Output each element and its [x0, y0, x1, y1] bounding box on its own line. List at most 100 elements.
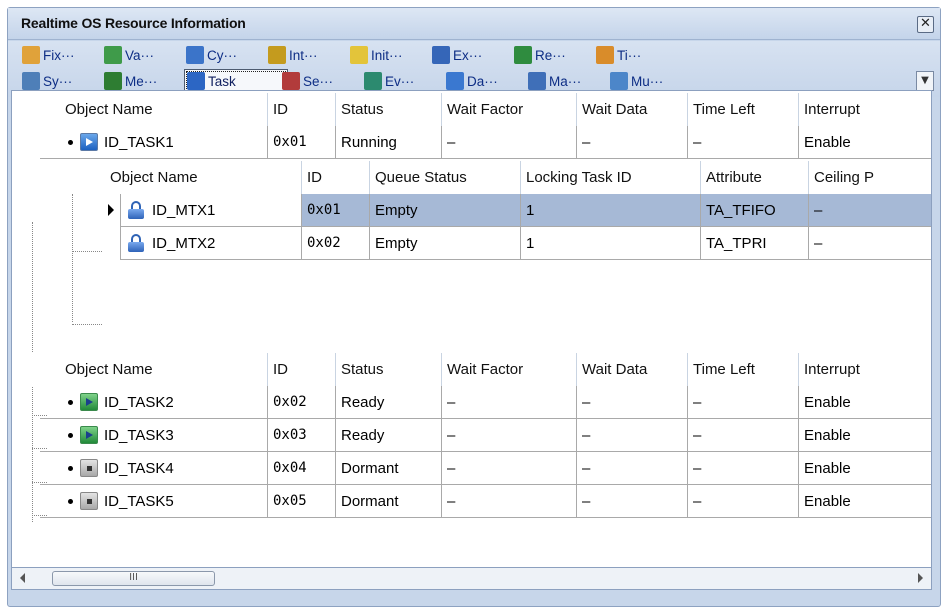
- task-interrupt-cell: Enable: [799, 452, 931, 485]
- task-column-header[interactable]: Wait Data: [577, 353, 688, 386]
- task-dormant-icon: [80, 492, 98, 510]
- mutex-icon: [610, 72, 628, 90]
- interrupt-handler-icon: [268, 46, 286, 64]
- task-wait-data-cell: –: [577, 126, 688, 159]
- toolbar-button-label: Da···: [467, 73, 498, 89]
- task-status-cell: Dormant: [336, 452, 442, 485]
- toolbar-button-label: Fix···: [43, 47, 75, 63]
- toolbar-button-ready-queue[interactable]: Re···: [512, 43, 594, 67]
- toolbar-button-label: Init···: [371, 47, 403, 63]
- table-row[interactable]: ID_TASK5 0x05 Dormant – – – Enable: [12, 485, 931, 518]
- row-bullet-icon: [68, 399, 73, 405]
- task-column-header[interactable]: Wait Data: [577, 93, 688, 126]
- mutex-name-cell: ID_MTX2: [120, 227, 302, 260]
- task-wait-factor-cell: –: [442, 485, 577, 518]
- task-column-header[interactable]: Time Left: [688, 353, 799, 386]
- mutex-column-header[interactable]: Ceiling P: [809, 161, 931, 194]
- task-column-header[interactable]: Status: [336, 93, 442, 126]
- task-column-header[interactable]: ID: [268, 93, 336, 126]
- toolbar-button-label: Task: [208, 73, 236, 89]
- task-interrupt-cell: Enable: [799, 419, 931, 452]
- task-interrupt-cell: Enable: [799, 386, 931, 419]
- semaphore-icon: [282, 72, 300, 90]
- task-running-icon: [80, 133, 98, 151]
- task-column-header[interactable]: Interrupt: [799, 353, 931, 386]
- mutex-column-header[interactable]: Queue Status: [370, 161, 521, 194]
- task-id-cell: 0x05: [268, 485, 336, 518]
- ready-queue-icon: [514, 46, 532, 64]
- toolbar-button-label: Ex···: [453, 47, 483, 63]
- table-row[interactable]: ID_MTX1 0x01 Empty 1 TA_TFIFO –: [12, 194, 931, 227]
- mailbox-icon: [528, 72, 546, 90]
- task-wait-data-cell: –: [577, 386, 688, 419]
- table-row[interactable]: ID_TASK4 0x04 Dormant – – – Enable: [12, 452, 931, 485]
- toolbar-button-variable-memory[interactable]: Va···: [102, 43, 184, 67]
- title-bar: Realtime OS Resource Information ✕: [8, 8, 940, 40]
- toolbar-button-exception[interactable]: Ex···: [430, 43, 512, 67]
- task-ready-icon: [80, 393, 98, 411]
- table-row[interactable]: ID_TASK2 0x02 Ready – – – Enable: [12, 386, 931, 419]
- task-column-header[interactable]: Wait Factor: [442, 93, 577, 126]
- mutex-column-header[interactable]: Attribute: [701, 161, 809, 194]
- toolbar-button-fixed-memory[interactable]: Fix···: [20, 43, 102, 67]
- close-button[interactable]: ✕: [917, 16, 934, 33]
- toolbar-button-interrupt-handler[interactable]: Int···: [266, 43, 348, 67]
- task-name-text: ID_TASK2: [104, 393, 174, 411]
- toolbar-button-label: Me···: [125, 73, 158, 89]
- task-column-header[interactable]: Status: [336, 353, 442, 386]
- task-interrupt-cell: Enable: [799, 126, 931, 159]
- task-icon: [187, 72, 205, 90]
- scroll-thumb[interactable]: III: [52, 571, 215, 586]
- task-time-left-cell: –: [688, 126, 799, 159]
- mutex-column-header[interactable]: Locking Task ID: [521, 161, 701, 194]
- toolbar-button-cyclic-handler[interactable]: Cy···: [184, 43, 266, 67]
- mutex-header-row: Object Name ID Queue Status Locking Task ID…: [12, 161, 931, 194]
- task-status-cell: Running: [336, 126, 442, 159]
- toolbar-button-timer-queue[interactable]: Ti···: [594, 43, 676, 67]
- task-column-header[interactable]: ID: [268, 353, 336, 386]
- table-row[interactable]: ID_MTX2 0x02 Empty 1 TA_TPRI –: [12, 227, 931, 260]
- scroll-right-icon[interactable]: [918, 573, 923, 583]
- toolbar-overflow-button[interactable]: ▼: [916, 71, 934, 91]
- toolbar-button-label: Sy···: [43, 73, 73, 89]
- task-status-cell: Ready: [336, 386, 442, 419]
- toolbar-button-init-routine[interactable]: Init···: [348, 43, 430, 67]
- toolbar-button-label: Ti···: [617, 47, 642, 63]
- task-grid[interactable]: −Object NameIDStatusWait FactorWait Data…: [11, 90, 932, 568]
- resource-toolbar: Fix··· Va··· Cy··· Int··· Init··· Ex··· Re··· T…: [8, 41, 940, 97]
- toolbar-button-label: Ma···: [549, 73, 582, 89]
- task-status-cell: Dormant: [336, 485, 442, 518]
- horizontal-scrollbar[interactable]: III: [11, 568, 932, 590]
- task-name-text: ID_TASK1: [104, 133, 174, 151]
- task-name-cell: ID_TASK2: [40, 386, 268, 419]
- table-row[interactable]: ID_TASK1 0x01 Running – – – Enable: [12, 126, 931, 159]
- init-routine-icon: [350, 46, 368, 64]
- task-header-row: Object Name ID Status Wait Factor Wait Data T…: [12, 93, 931, 126]
- task-column-header[interactable]: Wait Factor: [442, 353, 577, 386]
- memory-icon: [104, 72, 122, 90]
- toolbar-button-label: Se···: [303, 73, 333, 89]
- mutex-locking-task-id-cell: 1: [521, 227, 701, 260]
- task-column-header[interactable]: Object Name: [60, 93, 268, 126]
- cyclic-handler-icon: [186, 46, 204, 64]
- table-row[interactable]: ID_TASK3 0x03 Ready – – – Enable: [12, 419, 931, 452]
- task-name-cell: ID_TASK4: [40, 452, 268, 485]
- mutex-queue-status-cell: Empty: [370, 227, 521, 260]
- system-icon: [22, 72, 40, 90]
- mutex-lock-icon: [128, 234, 144, 252]
- task-column-header[interactable]: Object Name: [60, 353, 268, 386]
- task-name-text: ID_TASK3: [104, 426, 174, 444]
- task-column-header[interactable]: Interrupt: [799, 93, 931, 126]
- task-wait-data-cell: –: [577, 419, 688, 452]
- task-column-header[interactable]: Time Left: [688, 93, 799, 126]
- mutex-column-header[interactable]: Object Name: [105, 161, 302, 194]
- mutex-id-cell: 0x01: [302, 194, 370, 227]
- mutex-queue-status-cell: Empty: [370, 194, 521, 227]
- mutex-column-header[interactable]: ID: [302, 161, 370, 194]
- exception-icon: [432, 46, 450, 64]
- toolbar-button-label: Cy···: [207, 47, 237, 63]
- task-id-cell: 0x01: [268, 126, 336, 159]
- scroll-left-icon[interactable]: [20, 573, 25, 583]
- task-id-cell: 0x04: [268, 452, 336, 485]
- task-wait-data-cell: –: [577, 452, 688, 485]
